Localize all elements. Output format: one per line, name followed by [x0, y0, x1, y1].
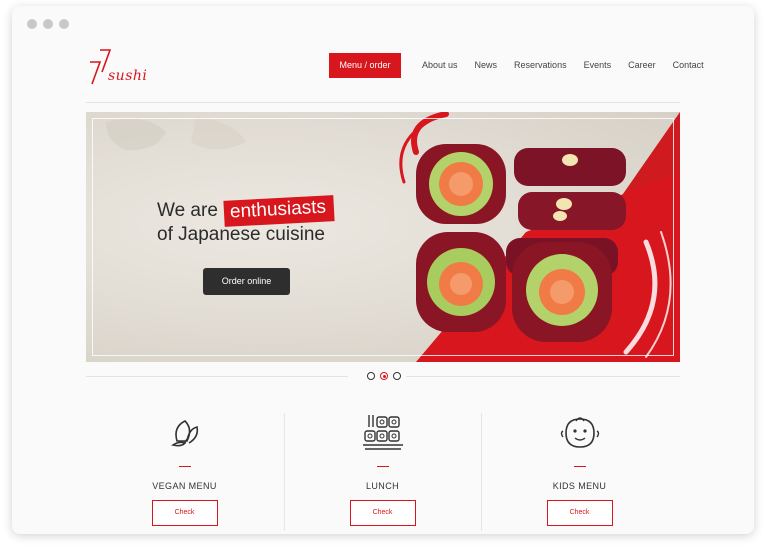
headline-prefix: We are: [157, 200, 218, 221]
hero-slide: We are enthusiasts of Japanese cuisine O…: [86, 112, 680, 362]
nav-contact[interactable]: Contact: [673, 60, 704, 70]
feature-vegan: VEGAN MENU Check: [86, 411, 283, 527]
browser-window: sushi Menu / order About us News Reserva…: [12, 6, 754, 534]
carousel-dots: [367, 372, 401, 380]
nav-news[interactable]: News: [475, 60, 498, 70]
menu-order-button[interactable]: Menu / order: [329, 53, 401, 78]
nav-reservations[interactable]: Reservations: [514, 60, 567, 70]
nav-events[interactable]: Events: [584, 60, 612, 70]
hero-headline-line2: of Japanese cuisine: [157, 224, 325, 245]
order-online-button[interactable]: Order online: [203, 268, 290, 295]
carousel-rule-left: [86, 376, 348, 377]
logo[interactable]: sushi: [86, 44, 147, 90]
header-divider: [86, 102, 680, 103]
feature-kids: KIDS MENU Check: [481, 411, 678, 527]
carousel-dot-3[interactable]: [393, 372, 401, 380]
feature-title: LUNCH: [365, 481, 399, 491]
vegan-check-button[interactable]: Check: [151, 500, 218, 526]
logo-text: sushi: [108, 68, 148, 84]
carousel-dot-2[interactable]: [380, 372, 388, 380]
nav-about-us[interactable]: About us: [422, 60, 458, 70]
baby-face-icon: [560, 417, 599, 448]
feature-title: KIDS MENU: [552, 481, 607, 491]
window-dot[interactable]: [27, 19, 37, 29]
nav-career[interactable]: Career: [628, 60, 656, 70]
window-dot[interactable]: [43, 19, 53, 29]
leaf-icon: [170, 420, 198, 447]
feature-lunch: LUNCH Check: [284, 411, 481, 527]
carousel-rule-right: [406, 376, 680, 377]
feature-accent-bar: [376, 466, 389, 467]
feature-accent-bar: [573, 466, 586, 467]
main-nav: About us News Reservations Events Career…: [422, 60, 704, 70]
carousel-dot-1[interactable]: [367, 372, 375, 380]
hero-headline-line1: We are enthusiasts: [157, 195, 335, 227]
feature-accent-bar: [178, 466, 191, 467]
window-dot[interactable]: [59, 19, 69, 29]
window-controls: [27, 19, 69, 29]
kids-check-button[interactable]: Check: [546, 500, 613, 526]
headline-highlight: enthusiasts: [223, 195, 335, 227]
lunch-check-button[interactable]: Check: [349, 500, 416, 526]
feature-title: VEGAN MENU: [152, 481, 217, 491]
sushi-icon: [362, 415, 403, 450]
